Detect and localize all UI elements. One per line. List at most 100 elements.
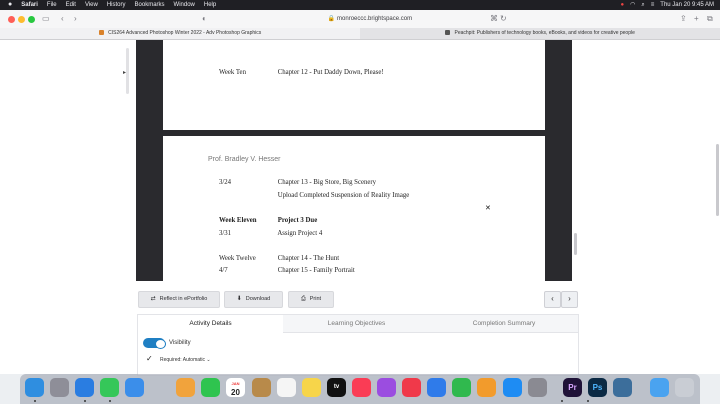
schedule-row: 3/31 Assign Project 4: [219, 230, 322, 237]
notes-icon[interactable]: [302, 378, 321, 397]
completion-required-dropdown[interactable]: Required: Automatic ⌄: [160, 357, 211, 363]
zoom-window-button[interactable]: [28, 16, 35, 23]
launchpad-icon[interactable]: [50, 378, 69, 397]
reload-icon[interactable]: ↻: [500, 13, 507, 25]
status-search-icon[interactable]: ⌕: [641, 0, 644, 10]
sidebar-toggle-icon[interactable]: ▭: [42, 13, 50, 25]
running-indicator-dot: [84, 400, 86, 402]
lock-icon: 🔒: [327, 16, 336, 22]
news-icon[interactable]: [402, 378, 421, 397]
schedule-item: Assign Project 4: [277, 230, 323, 237]
premiere-icon[interactable]: Pr: [563, 378, 582, 397]
menu-safari[interactable]: Safari: [21, 0, 38, 10]
share-icon[interactable]: ⇪: [680, 13, 687, 25]
toggle-knob: [155, 339, 166, 349]
wallet-icon[interactable]: [252, 378, 271, 397]
menu-history[interactable]: History: [107, 0, 126, 10]
schedule-date: 4/7: [219, 267, 228, 274]
schedule-chapter: Chapter 12 - Put Daddy Down, Please!: [277, 69, 384, 76]
print-label: Print: [309, 296, 322, 302]
brightspace-favicon-icon: [98, 30, 104, 36]
running-indicator-dot: [587, 400, 589, 402]
menu-edit[interactable]: Edit: [66, 0, 76, 10]
keynote-icon[interactable]: [427, 378, 446, 397]
browser-tab-peachpit[interactable]: Peachpit: Publishers of technology books…: [360, 28, 720, 39]
status-control-center-icon[interactable]: ≡: [651, 0, 655, 10]
expand-arrow-icon[interactable]: ▸: [123, 69, 126, 76]
back-arrow-icon[interactable]: ‹: [61, 13, 64, 25]
status-wifi-icon[interactable]: ◠: [630, 0, 635, 10]
podcasts-icon[interactable]: [377, 378, 396, 397]
tab-learning-objectives[interactable]: Learning Objectives: [283, 315, 430, 333]
menu-file[interactable]: File: [47, 0, 57, 10]
status-record-icon[interactable]: ●: [621, 0, 625, 10]
browser-tab-label: CIS264 Advanced Photoshop Winter 2022 - …: [108, 30, 262, 36]
facetime-icon[interactable]: [201, 378, 220, 397]
download-button[interactable]: ⬇ Download: [224, 291, 283, 308]
browser-tab-label: Peachpit: Publishers of technology books…: [454, 30, 635, 36]
safari-toolbar: ▭ ‹ › ◐ 🔒 monroeccc.brightspace.com ⌘ ↻ …: [0, 10, 720, 29]
previous-topic-button[interactable]: ‹: [544, 291, 561, 308]
reflect-label: Reflect in ePortfolio: [159, 296, 208, 302]
schedule-row: Week Ten Chapter 12 - Put Daddy Down, Pl…: [219, 69, 384, 76]
browser-tab-brightspace[interactable]: CIS264 Advanced Photoshop Winter 2022 - …: [0, 28, 360, 39]
music-icon[interactable]: [352, 378, 371, 397]
appstore-icon[interactable]: [503, 378, 522, 397]
running-indicator-dot: [109, 400, 111, 402]
system-preferences-icon[interactable]: [528, 378, 547, 397]
tab-overview-icon[interactable]: ⧉: [707, 13, 713, 25]
address-bar[interactable]: 🔒 monroeccc.brightspace.com: [300, 13, 440, 25]
menu-window[interactable]: Window: [174, 0, 195, 10]
pages-icon[interactable]: [477, 378, 496, 397]
apple-menu-icon[interactable]: ●: [8, 0, 12, 10]
menu-help[interactable]: Help: [204, 0, 216, 10]
download-label: Download: [245, 296, 271, 302]
photoshop-icon[interactable]: Ps: [588, 378, 607, 397]
schedule-week: Week Ten: [219, 69, 246, 76]
schedule-item: Project 3 Due: [277, 217, 318, 224]
schedule-row: Week Eleven Project 3 Due: [219, 217, 317, 224]
numbers-icon[interactable]: [452, 378, 471, 397]
menu-view[interactable]: View: [85, 0, 98, 10]
browser-tab-bar: CIS264 Advanced Photoshop Winter 2022 - …: [0, 28, 720, 40]
next-topic-button[interactable]: ›: [561, 291, 578, 308]
reflect-eportfolio-button[interactable]: ⇄ Reflect in ePortfolio: [138, 291, 220, 308]
new-tab-icon[interactable]: +: [694, 13, 699, 25]
schedule-row: Upload Completed Suspension of Reality I…: [219, 192, 410, 199]
schedule-date: Week Twelve: [219, 255, 256, 262]
page-scrollbar[interactable]: [716, 144, 719, 216]
checkmark-icon: ✓: [146, 354, 153, 363]
mail-icon[interactable]: [125, 378, 144, 397]
tab-activity-details[interactable]: Activity Details: [138, 315, 284, 333]
menubar-clock[interactable]: Thu Jan 20 9:45 AM: [660, 0, 714, 10]
minimize-window-button[interactable]: [18, 16, 25, 23]
messages-icon[interactable]: [100, 378, 119, 397]
network-icon[interactable]: [613, 378, 632, 397]
document-page-1: Week Ten Chapter 12 - Put Daddy Down, Pl…: [163, 40, 545, 130]
schedule-item: Chapter 13 - Big Store, Big Scenery: [277, 179, 377, 186]
privacy-shield-icon[interactable]: ◐: [202, 13, 207, 25]
photos-icon[interactable]: [176, 378, 195, 397]
calendar-icon[interactable]: JAN 20: [226, 378, 245, 397]
translate-icon[interactable]: ⌘: [490, 13, 498, 25]
schedule-row: 3/24 Chapter 13 - Big Store, Big Scenery: [219, 179, 376, 186]
close-window-button[interactable]: [8, 16, 15, 23]
folder-icon[interactable]: [650, 378, 669, 397]
viewer-scrollbar[interactable]: [574, 233, 577, 255]
print-button[interactable]: ⎙ Print: [288, 291, 334, 308]
reflect-icon: ⇄: [150, 296, 156, 302]
peachpit-favicon-icon: [445, 30, 451, 36]
chevron-left-icon: ‹: [551, 294, 554, 303]
forward-arrow-icon[interactable]: ›: [74, 13, 77, 25]
appletv-icon[interactable]: tv: [327, 378, 346, 397]
safari-icon[interactable]: [75, 378, 94, 397]
schedule-item: Chapter 14 - The Hunt: [277, 255, 340, 262]
trash-icon[interactable]: [675, 378, 694, 397]
tab-completion-summary[interactable]: Completion Summary: [430, 315, 578, 333]
chevron-right-icon: ›: [568, 294, 571, 303]
reminders-icon[interactable]: [277, 378, 296, 397]
left-collapse-rail[interactable]: [126, 48, 129, 94]
finder-icon[interactable]: [25, 378, 44, 397]
menu-bookmarks[interactable]: Bookmarks: [135, 0, 165, 10]
document-author: Prof. Bradley V. Hesser: [208, 156, 281, 163]
